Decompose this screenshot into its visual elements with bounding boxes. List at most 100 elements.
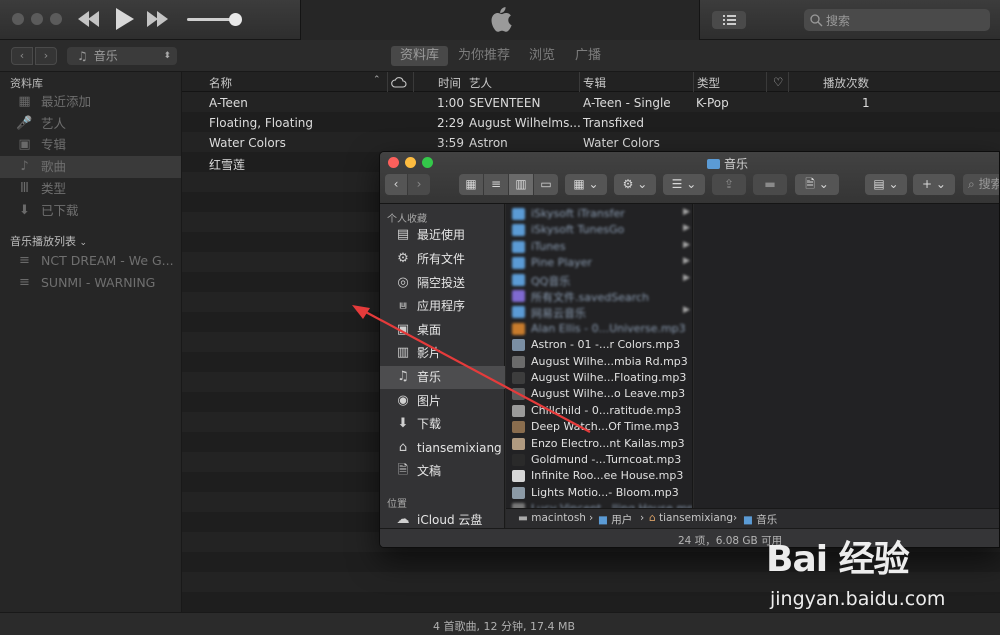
list-view-button[interactable]: ≡ <box>484 174 508 195</box>
column-header-artist[interactable]: 艺人 <box>469 75 492 91</box>
finder-forward-button[interactable]: › <box>408 174 430 195</box>
window-zoom-button[interactable] <box>50 13 62 25</box>
finder-zoom-button[interactable] <box>422 157 433 168</box>
audio-file-icon <box>512 470 525 483</box>
sidebar-item-artists[interactable]: 🎤 艺人 <box>0 113 181 135</box>
file-list-item[interactable]: Lights Motio...- Bloom.mp3 <box>506 485 692 501</box>
file-list-item[interactable]: August Wilhe...Floating.mp3 <box>506 370 692 386</box>
path-item[interactable]: ■ 用户 <box>598 512 632 527</box>
column-view-button[interactable]: ▥ <box>509 174 533 195</box>
finder-sidebar-item[interactable]: ⚙ 所有文件 <box>380 248 505 271</box>
volume-slider-knob[interactable] <box>229 13 242 26</box>
media-kind-select[interactable]: ♫ 音乐 ⬍ <box>67 47 177 65</box>
file-list-item[interactable]: iSkysoft iTransfer ▶ <box>506 206 692 222</box>
folder-icon <box>512 273 525 286</box>
folder-icon <box>512 306 525 319</box>
action-gear-button[interactable]: ⚙ ⌄ <box>614 174 656 195</box>
download-icon: ⬇ <box>19 203 30 218</box>
file-name: iTunes <box>531 239 566 253</box>
file-list-item[interactable]: Goldmund -...Turncoat.mp3 <box>506 452 692 468</box>
audio-file-icon <box>512 372 525 384</box>
tab-browse[interactable]: 浏览 <box>520 46 564 66</box>
folder-icon <box>707 159 720 169</box>
path-item[interactable]: ▬ macintosh <box>518 512 586 524</box>
table-row[interactable]: Floating, Floating 2:29 August Wilhelms.… <box>182 113 1000 133</box>
cell-name: 红雪莲 <box>209 158 246 172</box>
finder-sidebar-item[interactable]: ⬇ 下载 <box>380 413 505 436</box>
finder-back-button[interactable]: ‹ <box>385 174 407 195</box>
tab-radio[interactable]: 广播 <box>566 46 610 66</box>
column-header-genre[interactable]: 类型 <box>697 75 720 91</box>
column-header-plays[interactable]: 播放次数 <box>823 75 869 91</box>
tab-for-you[interactable]: 为你推荐 <box>449 46 519 66</box>
path-item[interactable]: ⌂ tiansemixiang <box>649 512 733 524</box>
file-list-item[interactable]: 网易云音乐 ▶ <box>506 304 692 320</box>
up-next-list-button[interactable] <box>712 11 746 29</box>
gallery-view-button[interactable]: ▭ <box>534 174 558 195</box>
share-button[interactable]: ⇪ <box>712 174 746 195</box>
file-list-item[interactable]: Pine Player ▶ <box>506 255 692 271</box>
archive-button[interactable]: ▤ ⌄ <box>865 174 907 195</box>
file-list-item[interactable]: Lucy Vincent...lling House.mp3 <box>506 501 692 508</box>
playlists-header[interactable]: 音乐播放列表 ⌄ <box>10 233 87 249</box>
file-list-item[interactable]: Deep Watch...Of Time.mp3 <box>506 419 692 435</box>
finder-sidebar-item[interactable]: 🗎 文稿 <box>380 460 505 483</box>
table-row[interactable]: Water Colors 3:59 Astron Water Colors <box>182 133 1000 153</box>
arrange-button[interactable]: ☰ ⌄ <box>663 174 705 195</box>
window-close-button[interactable] <box>12 13 24 25</box>
play-button[interactable] <box>115 8 135 33</box>
sidebar-item-downloaded[interactable]: ⬇ 已下载 <box>0 200 181 222</box>
file-list-item[interactable]: QQ音乐 ▶ <box>506 272 692 288</box>
finder-close-button[interactable] <box>388 157 399 168</box>
tag-button[interactable]: ▬ <box>753 174 787 195</box>
path-item[interactable]: ■ 音乐 <box>743 512 777 527</box>
finder-sidebar-item-music[interactable]: ♫ 音乐 <box>380 366 505 389</box>
sidebar-playlist-item[interactable]: ≡ NCT DREAM - We G... <box>0 250 181 272</box>
file-name: 所有文件.savedSearch <box>531 291 650 304</box>
icon-view-button[interactable]: ▦ <box>459 174 483 195</box>
column-header-name[interactable]: 名称 <box>209 75 232 91</box>
back-button[interactable]: ‹ <box>11 47 33 65</box>
table-row[interactable]: A-Teen 1:00 SEVENTEEN A-Teen - Single K-… <box>182 93 1000 113</box>
disclosure-chevron-icon: ▶ <box>683 223 690 234</box>
sidebar-item-albums[interactable]: ▣ 专辑 <box>0 134 181 156</box>
tab-library[interactable]: 资料库 <box>391 46 449 66</box>
finder-sidebar-label: 隔空投送 <box>417 276 466 290</box>
file-list-item[interactable]: iTunes ▶ <box>506 239 692 255</box>
file-list-item[interactable]: Astron - 01 -...r Colors.mp3 <box>506 337 692 353</box>
finder-sidebar-item[interactable]: ◎ 隔空投送 <box>380 272 505 295</box>
file-list-item[interactable]: Infinite Roo...ee House.mp3 <box>506 468 692 484</box>
forward-button[interactable]: › <box>35 47 57 65</box>
file-list-item[interactable]: August Wilhe...mbia Rd.mp3 <box>506 354 692 370</box>
audio-file-icon <box>512 355 525 368</box>
column-header-album[interactable]: 专辑 <box>583 75 606 91</box>
search-input[interactable]: 搜索 <box>804 9 990 31</box>
file-list-item[interactable]: 所有文件.savedSearch <box>506 288 692 304</box>
window-minimize-button[interactable] <box>31 13 43 25</box>
file-list-item[interactable]: Alan Ellis - 0...Universe.mp3 <box>506 321 692 337</box>
file-list-item[interactable]: August Wilhe...o Leave.mp3 <box>506 386 692 402</box>
heart-icon[interactable]: ♡ <box>773 75 783 89</box>
finder-sidebar-item[interactable]: ◉ 图片 <box>380 390 505 413</box>
finder-sidebar-item[interactable]: ⩏ 应用程序 <box>380 295 505 318</box>
sidebar-item-recently-added[interactable]: ▦ 最近添加 <box>0 91 181 113</box>
file-list-item[interactable]: iSkysoft TunesGo ▶ <box>506 222 692 238</box>
finder-minimize-button[interactable] <box>405 157 416 168</box>
sidebar-item-songs[interactable]: ♪ 歌曲 <box>0 156 181 178</box>
finder-sidebar-item[interactable]: ▥ 影片 <box>380 342 505 365</box>
sidebar-item-genres[interactable]: Ⅲ 类型 <box>0 178 181 200</box>
file-list-item[interactable]: Chillchild - 0...ratitude.mp3 <box>506 403 692 419</box>
new-item-button[interactable]: + ⌄ <box>913 174 955 195</box>
finder-sidebar-item[interactable]: ⌂ tiansemixiang <box>380 437 505 460</box>
column-header-time[interactable]: 时间 <box>438 75 461 91</box>
sidebar-playlist-item[interactable]: ≡ SUNMI - WARNING <box>0 272 181 294</box>
add-to-button[interactable]: 🗎 ⌄ <box>795 174 839 195</box>
next-track-button[interactable] <box>147 11 169 30</box>
finder-search-input[interactable]: ⌕ 搜索 <box>963 174 999 195</box>
finder-sidebar-item[interactable]: ▤ 最近使用 <box>380 224 505 247</box>
cloud-icon[interactable] <box>391 76 407 88</box>
group-by-button[interactable]: ▦ ⌄ <box>565 174 607 195</box>
file-list-item[interactable]: Enzo Electro...nt Kailas.mp3 <box>506 436 692 452</box>
previous-track-button[interactable] <box>78 11 100 30</box>
finder-sidebar-item[interactable]: ▣ 桌面 <box>380 319 505 342</box>
